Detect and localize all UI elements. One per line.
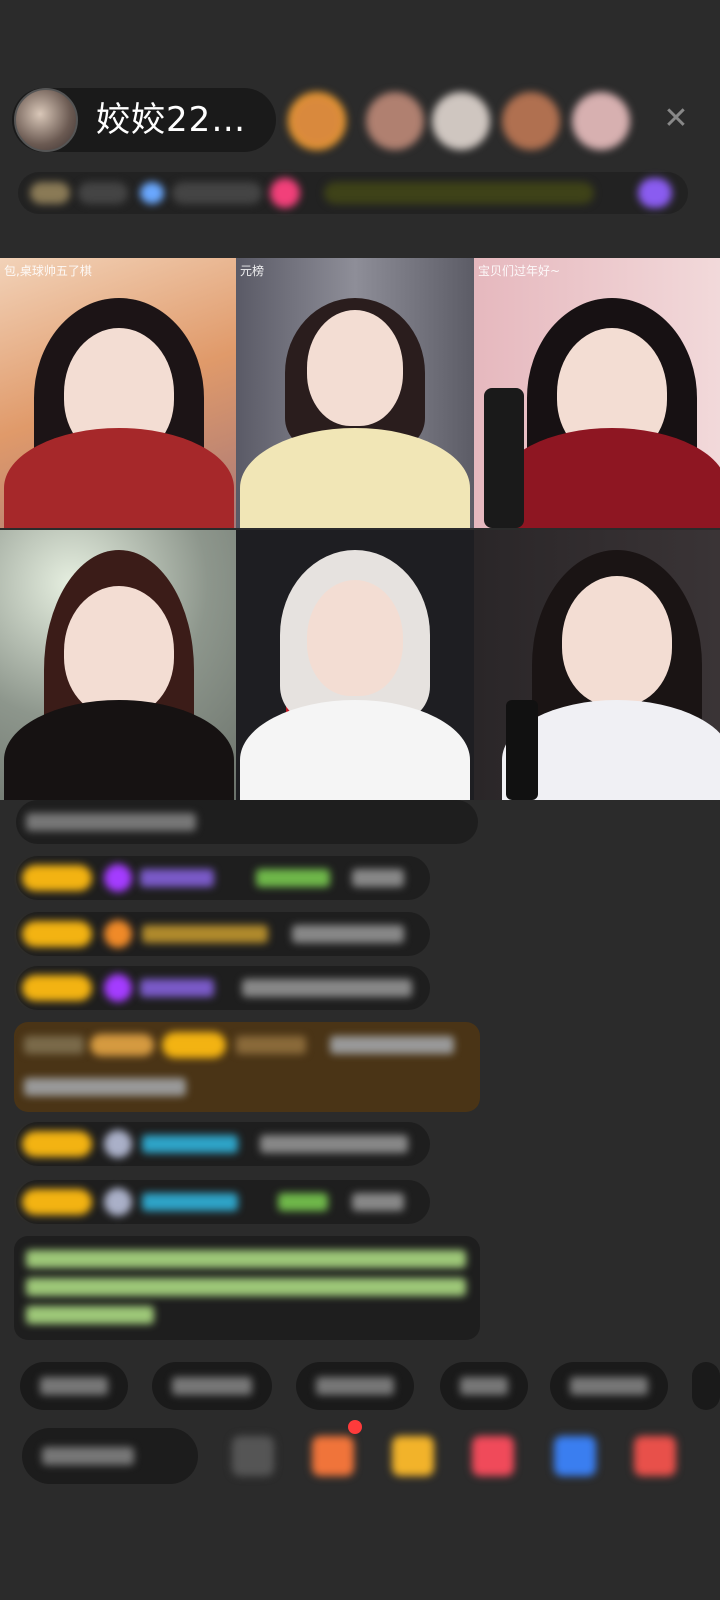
chat-text (242, 979, 412, 997)
streamer-face (307, 580, 403, 696)
chat-username (140, 979, 214, 997)
notice-marquee (324, 182, 594, 204)
fan-gem-icon (104, 1130, 132, 1158)
host-name[interactable]: 姣姣22… (96, 100, 246, 140)
gift-icon (140, 182, 164, 204)
red-packet-icon[interactable] (472, 1436, 514, 1476)
chat-message-system (16, 800, 478, 844)
quick-reply-chip[interactable] (692, 1362, 720, 1410)
chat-text (26, 813, 196, 831)
chat-message[interactable] (16, 912, 430, 956)
chat-username (236, 1036, 306, 1054)
streamer-body (4, 700, 234, 800)
video-tile[interactable]: 包,桌球帅五了棋 (0, 258, 238, 528)
level-badge (22, 865, 92, 891)
chat-message[interactable] (16, 1180, 430, 1224)
chat-text (330, 1036, 454, 1054)
chat-text (352, 869, 404, 887)
quick-reply-chip[interactable] (550, 1362, 668, 1410)
chat-text (352, 1193, 404, 1211)
more-menu-icon[interactable] (634, 1436, 676, 1476)
game-icon[interactable] (554, 1436, 596, 1476)
chat-text (292, 925, 404, 943)
viewer-avatar[interactable] (288, 92, 346, 150)
level-badge (22, 1131, 92, 1157)
info-text (78, 182, 128, 204)
quick-reply-chip[interactable] (296, 1362, 414, 1410)
chat-mention (256, 869, 330, 887)
notification-dot (348, 1420, 362, 1434)
viewer-avatar[interactable] (572, 92, 630, 150)
fan-gem-icon (104, 1188, 132, 1216)
video-tile[interactable] (236, 530, 474, 800)
streamer-face (307, 310, 403, 426)
video-tile[interactable]: 元榜 (236, 258, 474, 528)
chat-username (142, 1135, 238, 1153)
chat-text (24, 1078, 186, 1096)
level-badge (22, 921, 92, 947)
chat-text (260, 1135, 408, 1153)
chat-message[interactable] (16, 1122, 430, 1166)
level-badge (22, 975, 92, 1001)
chat-input-placeholder (42, 1447, 134, 1465)
fan-gem-icon (104, 974, 132, 1002)
chat-system-notice (14, 1236, 480, 1340)
fan-gem-icon (104, 864, 132, 892)
info-text (172, 182, 262, 204)
quick-reply-chip[interactable] (20, 1362, 128, 1410)
tile-caption: 包,桌球帅五了棋 (4, 264, 92, 278)
streamer-face (561, 576, 672, 706)
streamer-body (240, 428, 470, 528)
chat-mention (278, 1193, 328, 1211)
chat-message[interactable] (16, 856, 430, 900)
notice-text (26, 1306, 154, 1324)
notice-text (26, 1250, 466, 1268)
video-tile[interactable] (474, 530, 720, 800)
chat-badge (24, 1036, 84, 1054)
video-tile[interactable] (0, 530, 238, 800)
rank-badge (30, 182, 70, 204)
fan-gem-icon (104, 920, 132, 948)
quick-reply-chip[interactable] (440, 1362, 528, 1410)
chat-username (142, 1193, 238, 1211)
microphone (484, 388, 524, 528)
room-info-bar[interactable] (18, 172, 688, 214)
quick-reply-chip[interactable] (152, 1362, 272, 1410)
level-badge (162, 1032, 226, 1058)
multi-guest-video-grid: 包,桌球帅五了棋 元榜 宝贝们过年好~ (0, 258, 720, 802)
task-icon[interactable] (312, 1436, 354, 1476)
more-icon[interactable] (638, 178, 672, 208)
close-icon[interactable]: ✕ (660, 103, 692, 135)
chat-message-highlight[interactable] (14, 1022, 480, 1112)
fan-club-badge (90, 1034, 154, 1056)
chat-username (140, 869, 214, 887)
emoji-icon[interactable] (232, 1436, 274, 1476)
notice-text (26, 1278, 466, 1296)
chat-input[interactable] (22, 1428, 198, 1484)
chat-message[interactable] (16, 966, 430, 1010)
streamer-body (240, 700, 470, 800)
host-avatar[interactable] (14, 88, 78, 152)
tile-caption: 宝贝们过年好~ (478, 264, 561, 278)
viewer-avatar[interactable] (502, 92, 560, 150)
gift-box-icon[interactable] (392, 1436, 434, 1476)
streamer-face (64, 586, 174, 716)
chat-username (142, 925, 268, 943)
video-tile[interactable]: 宝贝们过年好~ (474, 258, 720, 528)
viewer-avatar[interactable] (432, 92, 490, 150)
level-badge (22, 1189, 92, 1215)
viewer-avatar[interactable] (366, 92, 424, 150)
microphone (506, 700, 538, 800)
tile-caption: 元榜 (240, 264, 265, 278)
heart-icon[interactable] (270, 178, 300, 208)
